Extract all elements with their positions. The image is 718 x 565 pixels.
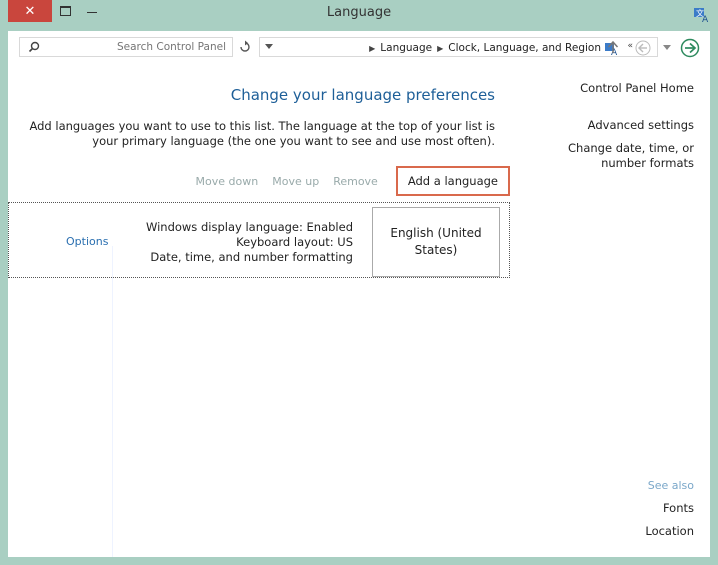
close-icon: ✕ bbox=[24, 3, 36, 19]
add-language-button[interactable]: Add a language bbox=[395, 166, 510, 196]
maximize-button[interactable] bbox=[54, 2, 76, 20]
search-input[interactable] bbox=[66, 40, 226, 54]
see-also-location[interactable]: Location bbox=[645, 524, 694, 539]
divider bbox=[112, 246, 113, 557]
search-icon bbox=[28, 41, 40, 53]
address-bar[interactable]: Clock, Language, and Region ▶ Language ▶… bbox=[259, 37, 658, 57]
back-arrow-icon[interactable] bbox=[680, 38, 700, 58]
display-language-status: Windows display language: Enabled bbox=[145, 220, 353, 234]
minimize-icon bbox=[87, 12, 97, 13]
breadcrumb-overflow[interactable]: « bbox=[627, 41, 633, 51]
up-arrow-icon[interactable] bbox=[606, 40, 620, 54]
keyboard-layout: Keyboard layout: US bbox=[236, 235, 353, 249]
svg-text:A: A bbox=[702, 15, 709, 23]
refresh-icon[interactable] bbox=[237, 39, 253, 55]
remove-button[interactable]: Remove bbox=[333, 175, 378, 188]
content-panel: Clock, Language, and Region ▶ Language ▶… bbox=[8, 31, 710, 557]
breadcrumb-separator-icon[interactable]: ▶ bbox=[369, 44, 375, 53]
window-title: Language bbox=[326, 5, 392, 20]
breadcrumb: Clock, Language, and Region ▶ Language ▶ bbox=[369, 41, 601, 55]
sidebar-item-change-date-time-formats[interactable]: Change date, time, or number formats bbox=[554, 141, 694, 171]
maximize-icon bbox=[59, 6, 71, 16]
move-up-button[interactable]: Move up bbox=[272, 175, 319, 188]
sidebar-item-advanced-settings[interactable]: Advanced settings bbox=[588, 118, 694, 133]
sidebar-item-control-panel-home[interactable]: Control Panel Home bbox=[580, 81, 694, 96]
language-details: Windows display language: Enabled Keyboa… bbox=[146, 220, 353, 265]
minimize-button[interactable] bbox=[81, 2, 103, 20]
title-bar: Language ✕ 文 A bbox=[0, 0, 718, 31]
search-box[interactable] bbox=[19, 37, 233, 57]
see-also-fonts[interactable]: Fonts bbox=[663, 501, 694, 516]
move-down-button[interactable]: Move down bbox=[196, 175, 259, 188]
forward-arrow-icon[interactable] bbox=[635, 40, 651, 56]
page-description: Add languages you want to use to this li… bbox=[29, 119, 495, 148]
breadcrumb-clock-language-region[interactable]: Clock, Language, and Region bbox=[448, 42, 601, 54]
see-also-heading: See also bbox=[647, 479, 694, 492]
language-item-english-us[interactable]: English (United States) bbox=[372, 207, 500, 277]
page-title: Change your language preferences bbox=[230, 86, 495, 104]
breadcrumb-separator-icon[interactable]: ▶ bbox=[437, 44, 443, 53]
history-dropdown-icon[interactable] bbox=[662, 42, 672, 52]
app-icon: 文 A bbox=[694, 8, 709, 23]
breadcrumb-language[interactable]: Language bbox=[380, 42, 432, 54]
language-list: English (United States) Windows display … bbox=[8, 202, 510, 278]
language-toolbar: Add a language Remove Move up Move down bbox=[196, 164, 510, 198]
options-link[interactable]: Options bbox=[66, 235, 108, 248]
close-button[interactable]: ✕ bbox=[8, 0, 52, 22]
dropdown-icon[interactable] bbox=[265, 44, 273, 50]
formatting-info: Date, time, and number formatting bbox=[150, 250, 353, 264]
